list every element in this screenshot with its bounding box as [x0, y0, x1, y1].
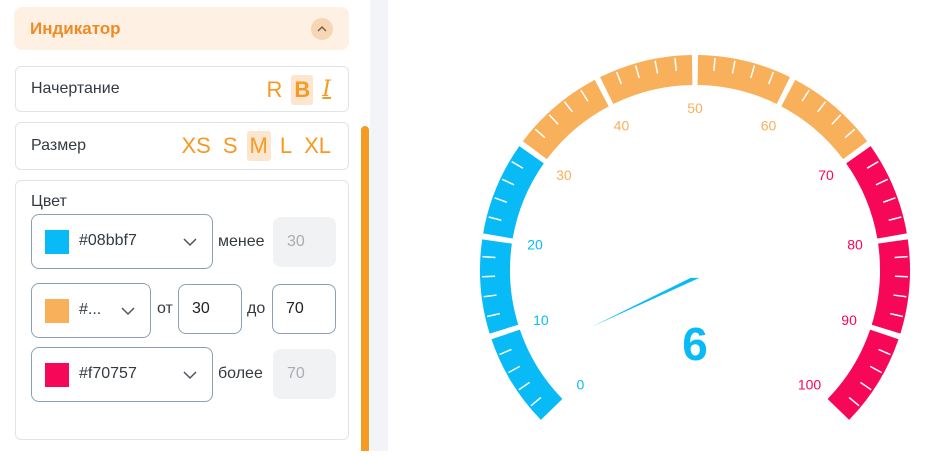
gauge-band-segment [523, 80, 609, 159]
gauge-band-segment [781, 80, 867, 159]
size-options: XS S M L XL [178, 131, 334, 161]
low-color-value: #08bbf7 [79, 232, 137, 250]
high-color-value: #f70757 [79, 365, 137, 383]
section-title: Индикатор [30, 19, 121, 39]
gauge-band-segment [491, 330, 562, 420]
gauge-tick-label: 70 [818, 167, 834, 183]
mid-color-swatch [45, 299, 69, 323]
low-threshold-value: 30 [287, 233, 305, 251]
mid-from-value: 30 [192, 300, 210, 318]
style-card: Начертание R B I [15, 66, 349, 112]
gauge-tick-label: 60 [761, 118, 777, 134]
chevron-down-icon [183, 237, 197, 247]
chevron-down-icon [183, 370, 197, 380]
chevron-down-icon [121, 306, 135, 316]
scrollbar[interactable] [361, 126, 369, 451]
high-color-swatch [45, 363, 69, 387]
gauge-tick-label: 20 [527, 237, 543, 253]
gauge-band-segment [872, 239, 910, 333]
high-cond-label: более [218, 365, 263, 383]
gauge-tick [482, 257, 495, 258]
gauge-band-segment [846, 146, 907, 238]
chevron-up-icon[interactable] [311, 18, 333, 40]
low-cond-label: менее [218, 233, 265, 251]
color-card: Цвет #08bbf7 менее 30 #... от 30 до 70 #… [15, 180, 349, 440]
size-xl-option[interactable]: XL [301, 131, 334, 161]
gauge-tick-label: 0 [577, 377, 585, 393]
low-threshold-input: 30 [273, 217, 336, 267]
gauge-tick-label: 90 [841, 312, 857, 328]
high-threshold-value: 70 [287, 365, 305, 383]
mid-to-input[interactable]: 70 [272, 284, 336, 334]
mid-from-input[interactable]: 30 [178, 284, 242, 334]
settings-panel: Индикатор Начертание R B I Размер XS S M… [0, 0, 370, 451]
low-color-select[interactable]: #08bbf7 [31, 214, 213, 269]
gauge-band-segment [698, 55, 790, 104]
mid-from-label: от [157, 300, 173, 318]
mid-color-select[interactable]: #... [31, 283, 151, 338]
style-bold-option[interactable]: B [291, 75, 313, 105]
gauge-tick-label: 50 [687, 100, 703, 116]
gauge-tick-label: 100 [798, 377, 822, 393]
gauge-tick-label: 30 [556, 167, 572, 183]
gauge-tick [895, 257, 908, 258]
size-xs-option[interactable]: XS [178, 131, 213, 161]
high-color-select[interactable]: #f70757 [31, 347, 213, 402]
indicator-section-header[interactable]: Индикатор [14, 7, 349, 50]
size-l-option[interactable]: L [277, 131, 295, 161]
gauge-band-segment [480, 239, 518, 333]
gauge-value: 6 [682, 318, 708, 370]
size-label: Размер [31, 137, 86, 155]
gauge-band-segment [828, 330, 899, 420]
low-color-swatch [45, 230, 69, 254]
panel-divider [370, 0, 388, 451]
style-regular-option[interactable]: R [264, 75, 286, 105]
gauge-tick-label: 80 [847, 237, 863, 253]
size-s-option[interactable]: S [220, 131, 241, 161]
size-card: Размер XS S M L XL [15, 122, 349, 170]
size-m-option[interactable]: M [247, 131, 271, 161]
style-italic-option[interactable]: I [319, 75, 334, 105]
high-threshold-input: 70 [273, 349, 336, 399]
gauge-tick-label: 40 [614, 118, 630, 134]
gauge-svg: 0 10 20 30 40 50 60 70 80 90 100 6 [388, 0, 930, 451]
gauge-widget: 0 10 20 30 40 50 60 70 80 90 100 6 [388, 0, 930, 451]
color-label: Цвет [31, 193, 67, 211]
gauge-band-segment [483, 146, 544, 238]
mid-to-value: 70 [286, 300, 304, 318]
style-label: Начертание [31, 80, 120, 98]
gauge-band-segment [600, 55, 692, 104]
mid-to-label: до [247, 300, 265, 318]
style-options: R B I [264, 75, 334, 105]
gauge-tick-label: 10 [533, 312, 549, 328]
mid-color-value: #... [79, 301, 101, 319]
